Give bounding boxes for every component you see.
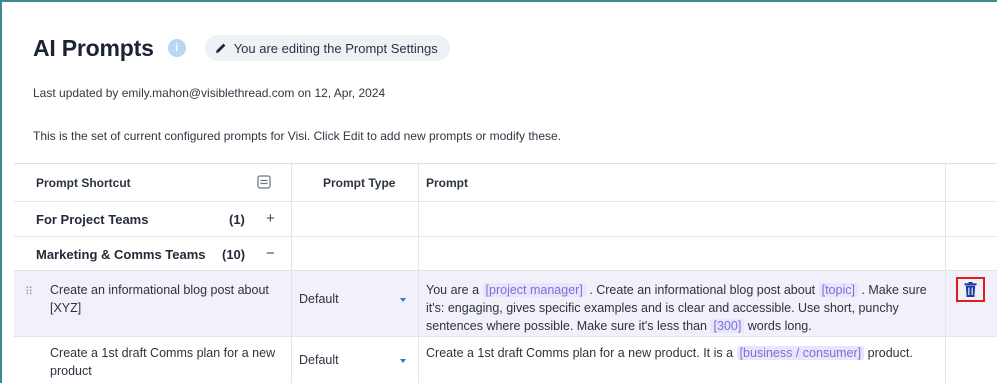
prompt-text-part: words long. (744, 319, 812, 333)
last-updated-text: Last updated by emily.mahon@visiblethrea… (33, 86, 386, 100)
header-prompt-cell: Prompt (419, 164, 946, 201)
group-empty-cell (292, 237, 419, 270)
group-empty-cell (292, 202, 419, 236)
table-row[interactable]: Create a 1st draft Comms plan for a new … (14, 337, 997, 383)
prompt-text[interactable]: You are a [project manager] . Create an … (426, 281, 938, 335)
group-row-project-teams[interactable]: For Project Teams (1) + (14, 202, 997, 237)
shortcut-cell: ⠿ Create an informational blog post abou… (14, 271, 292, 336)
header-actions-cell (946, 164, 997, 201)
actions-cell (946, 271, 997, 336)
group-label: For Project Teams (36, 212, 149, 227)
actions-cell (946, 337, 997, 383)
caret-down-icon[interactable] (400, 298, 406, 302)
group-empty-cell (946, 237, 997, 270)
prompts-table: Prompt Shortcut Prompt Type Prompt For P… (14, 163, 997, 383)
info-icon[interactable]: i (167, 39, 186, 57)
header-type-cell: Prompt Type (292, 164, 419, 201)
trash-icon[interactable] (964, 282, 977, 297)
prompt-type-select[interactable]: Default (299, 292, 339, 306)
header-type: Prompt Type (323, 176, 396, 190)
expand-group-icon[interactable]: + (266, 210, 275, 227)
header-prompt: Prompt (426, 176, 468, 190)
page-header: AI Prompts i You are editing the Prompt … (33, 33, 450, 63)
collapse-group-icon[interactable]: − (266, 245, 275, 262)
table-row[interactable]: ⠿ Create an informational blog post abou… (14, 271, 997, 337)
prompt-type-select[interactable]: Default (299, 353, 339, 367)
group-row-marketing-comms[interactable]: Marketing & Comms Teams (10) − (14, 237, 997, 271)
group-count: (10) (222, 247, 246, 262)
prompt-text-part: . Create an informational blog post abou… (585, 283, 819, 297)
prompt-cell[interactable]: You are a [project manager] . Create an … (419, 271, 946, 336)
editing-notice-text: You are editing the Prompt Settings (233, 40, 438, 56)
prompt-variable-token[interactable]: [300] (710, 319, 745, 333)
group-empty-cell (946, 202, 997, 236)
group-cell: Marketing & Comms Teams (10) − (14, 237, 292, 270)
type-cell[interactable]: Default (292, 337, 419, 383)
prompt-cell[interactable]: Create a 1st draft Comms plan for a new … (419, 337, 946, 383)
group-label: Marketing & Comms Teams (36, 247, 206, 262)
delete-prompt-button[interactable] (956, 277, 985, 302)
prompt-shortcut[interactable]: Create an informational blog post about … (50, 281, 280, 317)
collapse-all-icon[interactable] (257, 175, 271, 189)
prompt-variable-token[interactable]: [topic] (818, 283, 858, 297)
prompt-variable-token[interactable]: [business / consumer] (736, 346, 865, 360)
prompt-text-part: product. (864, 346, 913, 360)
caret-down-icon[interactable] (400, 359, 406, 363)
group-cell: For Project Teams (1) + (14, 202, 292, 236)
table-header-row: Prompt Shortcut Prompt Type Prompt (14, 164, 997, 202)
drag-handle-icon[interactable]: ⠿ (25, 285, 33, 298)
prompt-text-part: You are a (426, 283, 483, 297)
type-cell[interactable]: Default (292, 271, 419, 336)
prompt-variable-token[interactable]: [project manager] (482, 283, 586, 297)
prompt-text-part: Create a 1st draft Comms plan for a new … (426, 346, 737, 360)
group-count: (1) (229, 212, 245, 227)
header-shortcut-cell: Prompt Shortcut (14, 164, 292, 201)
prompt-text[interactable]: Create a 1st draft Comms plan for a new … (426, 344, 938, 362)
page-description: This is the set of current configured pr… (33, 129, 562, 143)
shortcut-cell: Create a 1st draft Comms plan for a new … (14, 337, 292, 383)
group-empty-cell (419, 202, 946, 236)
prompt-shortcut[interactable]: Create a 1st draft Comms plan for a new … (50, 344, 280, 380)
page-title: AI Prompts (33, 34, 154, 61)
header-shortcut: Prompt Shortcut (36, 176, 131, 190)
group-empty-cell (419, 237, 946, 270)
pencil-icon (215, 43, 226, 53)
editing-notice: You are editing the Prompt Settings (204, 35, 450, 61)
